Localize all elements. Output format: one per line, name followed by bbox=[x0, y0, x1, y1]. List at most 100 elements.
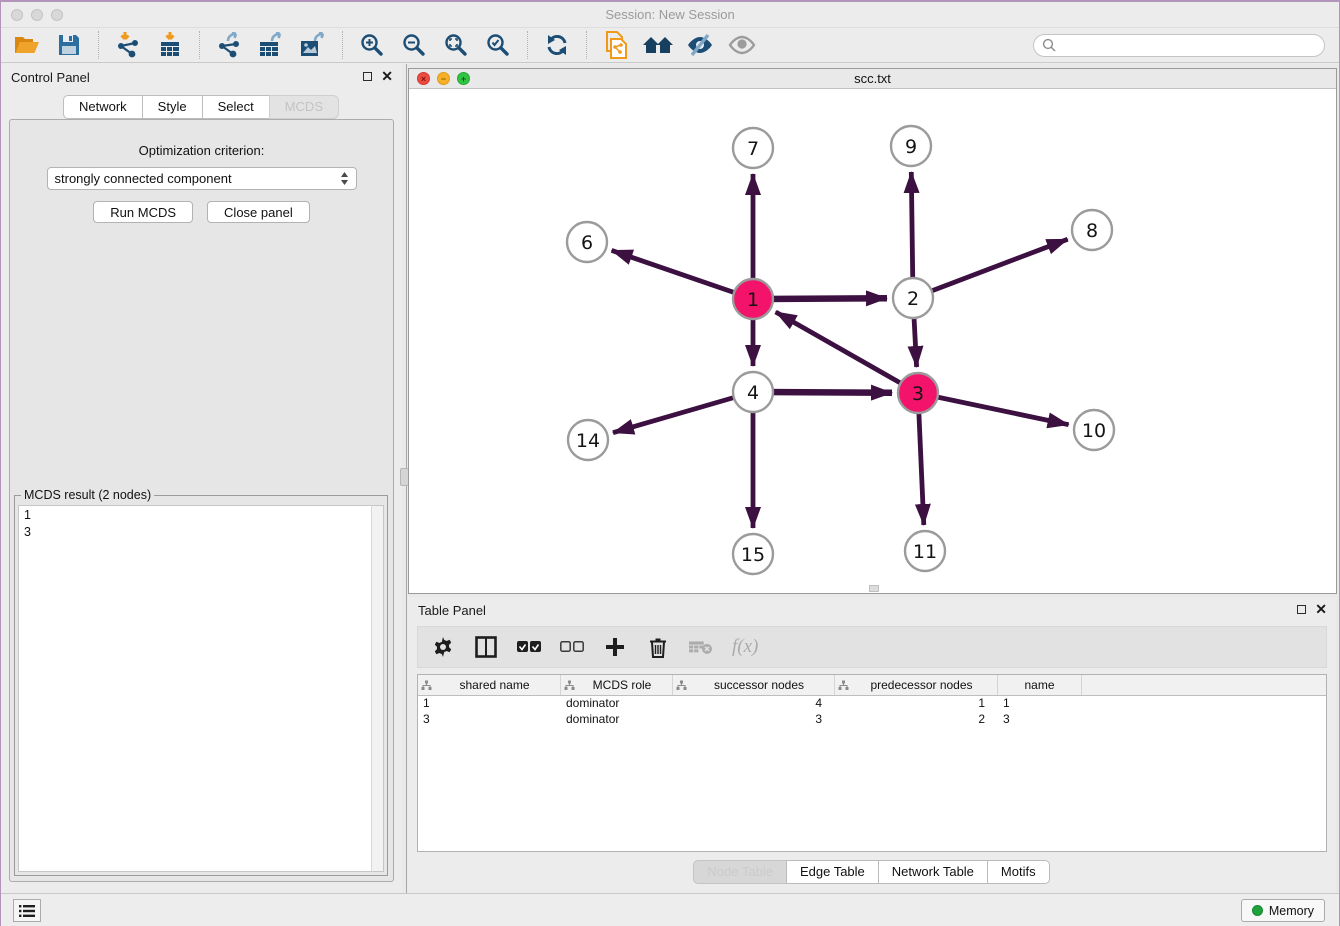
tab-network[interactable]: Network bbox=[63, 95, 143, 119]
network-view-window: × − + scc.txt 7968124314101511 bbox=[408, 68, 1337, 594]
edge-3-to-10[interactable] bbox=[918, 393, 1069, 425]
canvas-scrollbar-handle[interactable] bbox=[869, 585, 879, 592]
graph-node-10[interactable]: 10 bbox=[1074, 410, 1114, 450]
table-tabs: Node TableEdge TableNetwork TableMotifs bbox=[408, 860, 1336, 884]
table-cell[interactable]: 2 bbox=[835, 712, 998, 728]
export-image-icon[interactable] bbox=[297, 30, 329, 60]
column-header-predecessor-nodes[interactable]: predecessor nodes bbox=[835, 675, 998, 695]
export-table-icon[interactable] bbox=[255, 30, 287, 60]
search-input[interactable] bbox=[1061, 37, 1316, 54]
edge-4-to-14[interactable] bbox=[613, 392, 753, 433]
graph-node-14[interactable]: 14 bbox=[568, 420, 608, 460]
criterion-select[interactable]: strongly connected component bbox=[47, 167, 357, 190]
clone-network-icon[interactable] bbox=[600, 30, 632, 60]
open-file-icon[interactable] bbox=[11, 30, 43, 60]
column-header-shared-name[interactable]: shared name bbox=[418, 675, 561, 695]
graph-node-9[interactable]: 9 bbox=[891, 126, 931, 166]
edge-2-to-8[interactable] bbox=[913, 239, 1068, 298]
table-cell[interactable]: 4 bbox=[673, 696, 835, 712]
delete-table-icon[interactable] bbox=[689, 635, 713, 659]
float-table-panel-icon[interactable] bbox=[1297, 605, 1306, 614]
table-cell[interactable]: dominator bbox=[561, 712, 673, 728]
minimize-window-button[interactable] bbox=[31, 9, 43, 21]
show-eye-icon[interactable] bbox=[726, 30, 758, 60]
home-icon[interactable] bbox=[642, 30, 674, 60]
table-cell[interactable]: 3 bbox=[673, 712, 835, 728]
graph-node-7[interactable]: 7 bbox=[733, 128, 773, 168]
graph-node-1[interactable]: 1 bbox=[733, 279, 773, 319]
zoom-out-icon[interactable] bbox=[398, 30, 430, 60]
table-cell[interactable]: 1 bbox=[418, 696, 561, 712]
deselect-all-columns-icon[interactable] bbox=[560, 635, 584, 659]
add-column-icon[interactable] bbox=[603, 635, 627, 659]
run-mcds-button[interactable]: Run MCDS bbox=[93, 201, 193, 223]
import-table-icon[interactable] bbox=[154, 30, 186, 60]
float-panel-icon[interactable] bbox=[363, 72, 372, 81]
tab-mcds[interactable]: MCDS bbox=[269, 95, 339, 119]
column-dialog-icon[interactable] bbox=[474, 635, 498, 659]
refresh-icon[interactable] bbox=[541, 30, 573, 60]
graph-node-6[interactable]: 6 bbox=[567, 222, 607, 262]
tab-node-table[interactable]: Node Table bbox=[693, 860, 787, 884]
close-table-panel-icon[interactable]: ✕ bbox=[1315, 604, 1327, 614]
select-all-columns-icon[interactable] bbox=[517, 635, 541, 659]
close-view-button[interactable]: × bbox=[417, 72, 430, 85]
tab-style[interactable]: Style bbox=[142, 95, 203, 119]
search-box[interactable] bbox=[1033, 34, 1325, 57]
delete-column-icon[interactable] bbox=[646, 635, 670, 659]
zoom-fit-icon[interactable] bbox=[440, 30, 472, 60]
import-network-icon[interactable] bbox=[112, 30, 144, 60]
close-panel-button[interactable]: Close panel bbox=[207, 201, 310, 223]
mcds-tab-content: Optimization criterion: strongly connect… bbox=[9, 119, 394, 882]
column-header-name[interactable]: name bbox=[998, 675, 1082, 695]
table-header-row: shared nameMCDS rolesuccessor nodesprede… bbox=[418, 675, 1326, 696]
graph-node-8[interactable]: 8 bbox=[1072, 210, 1112, 250]
table-cell[interactable]: 3 bbox=[418, 712, 561, 728]
result-scrollbar[interactable] bbox=[371, 505, 384, 872]
table-cell[interactable]: 1 bbox=[835, 696, 998, 712]
tab-select[interactable]: Select bbox=[202, 95, 270, 119]
table-row[interactable]: 3dominator323 bbox=[418, 712, 1326, 728]
criterion-value: strongly connected component bbox=[55, 171, 232, 186]
tab-network-table[interactable]: Network Table bbox=[878, 860, 988, 884]
memory-button[interactable]: Memory bbox=[1241, 899, 1325, 922]
graph-node-3[interactable]: 3 bbox=[898, 373, 938, 413]
graph-node-15[interactable]: 15 bbox=[733, 534, 773, 574]
close-panel-icon[interactable]: ✕ bbox=[381, 71, 393, 81]
edge-1-to-6[interactable] bbox=[612, 250, 753, 299]
zoom-in-icon[interactable] bbox=[356, 30, 388, 60]
svg-text:1: 1 bbox=[747, 289, 759, 311]
graph-node-2[interactable]: 2 bbox=[893, 278, 933, 318]
zoom-selected-icon[interactable] bbox=[482, 30, 514, 60]
tab-motifs[interactable]: Motifs bbox=[987, 860, 1050, 884]
table-row[interactable]: 1dominator411 bbox=[418, 696, 1326, 712]
task-history-button[interactable] bbox=[13, 899, 41, 922]
column-tree-icon bbox=[838, 680, 849, 691]
table-cell[interactable]: dominator bbox=[561, 696, 673, 712]
network-window-controls: × − + bbox=[417, 72, 470, 85]
close-window-button[interactable] bbox=[11, 9, 23, 21]
minimize-view-button[interactable]: − bbox=[437, 72, 450, 85]
toolbar-separator bbox=[98, 31, 99, 59]
maximize-window-button[interactable] bbox=[51, 9, 63, 21]
graph-node-11[interactable]: 11 bbox=[905, 531, 945, 571]
toolbar-separator bbox=[199, 31, 200, 59]
tab-edge-table[interactable]: Edge Table bbox=[786, 860, 879, 884]
export-network-icon[interactable] bbox=[213, 30, 245, 60]
graph-node-4[interactable]: 4 bbox=[733, 372, 773, 412]
svg-text:4: 4 bbox=[747, 382, 759, 404]
edge-3-to-1[interactable] bbox=[776, 312, 918, 393]
svg-text:2: 2 bbox=[907, 288, 919, 310]
svg-text:14: 14 bbox=[576, 430, 600, 452]
table-cell[interactable]: 1 bbox=[998, 696, 1082, 712]
save-session-icon[interactable] bbox=[53, 30, 85, 60]
column-header-successor-nodes[interactable]: successor nodes bbox=[673, 675, 835, 695]
settings-gear-icon[interactable] bbox=[431, 635, 455, 659]
hide-eye-icon[interactable] bbox=[684, 30, 716, 60]
table-cell[interactable]: 3 bbox=[998, 712, 1082, 728]
mcds-result-text[interactable]: 1 3 bbox=[18, 505, 384, 872]
function-builder-icon[interactable]: f(x) bbox=[732, 636, 758, 658]
column-header-MCDS-role[interactable]: MCDS role bbox=[561, 675, 673, 695]
maximize-view-button[interactable]: + bbox=[457, 72, 470, 85]
network-canvas[interactable]: 7 9 6 8 1 2 4 3 14 10 15 11 bbox=[409, 89, 1336, 593]
